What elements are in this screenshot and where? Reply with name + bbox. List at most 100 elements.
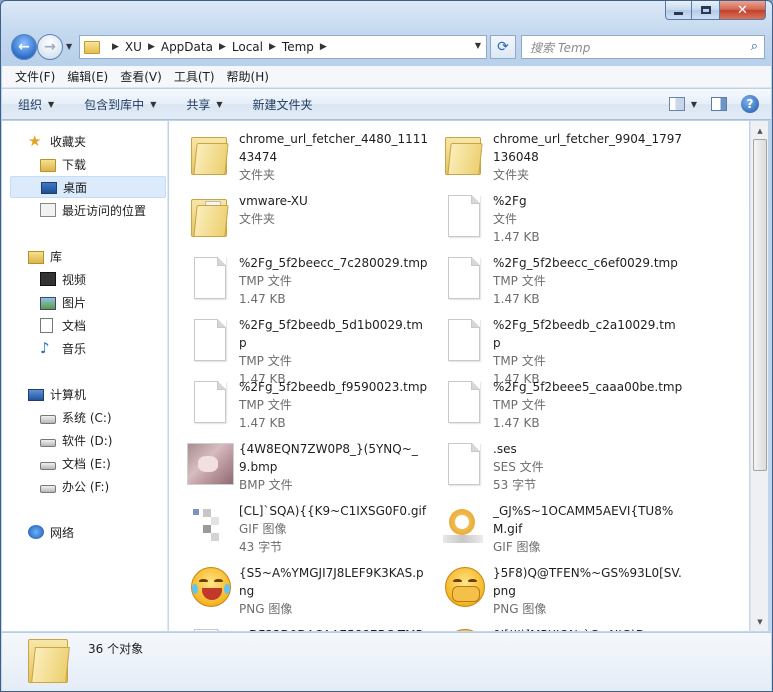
change-view-icon[interactable] <box>668 97 685 111</box>
breadcrumb-temp[interactable]: Temp <box>282 40 314 54</box>
file-list: chrome_url_fetcher_4480_111143474 文件夹 chro… <box>169 121 749 631</box>
vertical-scrollbar[interactable]: ▲ ▼ <box>750 121 768 631</box>
file-item[interactable]: _GJ%S~1OCAMM5AEVI{TU8%M.gif GIF 图像 <box>441 499 695 559</box>
file-item-text: }5F8)Q@TFEN%~GS%93L0[SV.png PNG 图像 <box>493 561 683 621</box>
breadcrumb-separator-icon[interactable]: ▶ <box>148 42 155 52</box>
recent-pages-button[interactable]: ▼ <box>66 42 72 51</box>
computer-icon <box>28 388 44 401</box>
breadcrumb-appdata[interactable]: AppData <box>161 40 213 54</box>
file-icon <box>187 377 235 425</box>
file-item[interactable]: vmware-XU 文件夹 <box>187 189 441 249</box>
file-icon <box>187 253 235 301</box>
file-type: PNG 图像 <box>239 602 293 616</box>
file-name: chrome_url_fetcher_4480_111143474 <box>239 132 429 164</box>
nav-drive-f[interactable]: 办公 (F:) <box>10 475 166 497</box>
nav-favorites[interactable]: ★ 收藏夹 <box>10 130 166 152</box>
refresh-button[interactable]: ⟳ <box>490 35 516 59</box>
file-name: [CL]`SQA){{K9~C1IXSG0F0.gif <box>239 504 427 518</box>
scroll-up-icon[interactable]: ▲ <box>752 122 768 139</box>
nav-drive-d[interactable]: 软件 (D:) <box>10 429 166 451</box>
include-in-library-button[interactable]: 包含到库中 ▼ <box>84 96 156 113</box>
file-item[interactable]: %2Fg_5f2beedb_f9590023.tmp TMP 文件 1.47 KB <box>187 375 441 435</box>
file-item[interactable]: %2Fg_5f2beedb_5d1b0029.tmp TMP 文件 1.47 KB <box>187 313 441 386</box>
file-item[interactable]: %2Fg 文件 1.47 KB <box>441 189 695 249</box>
file-item[interactable]: %2Fg_5f2beee5_caaa00be.tmp TMP 文件 1.47 KB <box>441 375 695 435</box>
share-label: 共享 <box>186 97 211 112</box>
breadcrumb-separator-icon[interactable]: ▶ <box>112 42 119 52</box>
new-folder-label: 新建文件夹 <box>252 97 313 112</box>
file-item[interactable]: 0I[!JI)]MPXION_`G~NIG)D.png <box>441 623 695 631</box>
breadcrumb-separator-icon[interactable]: ▶ <box>269 42 276 52</box>
menu-tools[interactable]: 工具(T) <box>168 68 221 85</box>
nav-libraries-label: 库 <box>50 249 63 264</box>
file-item-text: {4W8EQN7ZW0P8_}(5YNQ~_9.bmp BMP 文件 <box>239 437 429 497</box>
recent-places-icon <box>40 203 56 217</box>
nav-computer[interactable]: 计算机 <box>10 383 166 405</box>
minimize-button[interactable] <box>665 1 692 20</box>
file-item[interactable]: ~DF33D9DACAA75887BC.TMP <box>187 623 441 631</box>
nav-pictures[interactable]: 图片 <box>10 291 166 313</box>
scrollbar-thumb[interactable] <box>753 139 767 471</box>
menu-help[interactable]: 帮助(H) <box>221 68 275 85</box>
file-item[interactable]: chrome_url_fetcher_9904_1797136048 文件夹 <box>441 127 695 187</box>
nav-videos[interactable]: 视频 <box>10 268 166 290</box>
scroll-down-icon[interactable]: ▼ <box>752 613 768 630</box>
file-item[interactable]: [CL]`SQA){{K9~C1IXSG0F0.gif GIF 图像 43 字节 <box>187 499 441 559</box>
new-folder-button[interactable]: 新建文件夹 <box>253 96 313 113</box>
nav-downloads[interactable]: 下载 <box>10 153 166 175</box>
file-item[interactable]: {S5~A%YMGJI7J8LEF9K3KAS.png PNG 图像 <box>187 561 441 621</box>
drive-icon <box>40 484 56 493</box>
menu-view[interactable]: 查看(V) <box>114 68 168 85</box>
nav-libraries[interactable]: 库 <box>10 245 166 267</box>
breadcrumb-local[interactable]: Local <box>232 40 263 54</box>
chevron-down-icon: ▼ <box>48 99 55 109</box>
breadcrumb-separator-icon[interactable]: ▶ <box>320 42 327 52</box>
organize-button[interactable]: 组织 ▼ <box>18 96 54 113</box>
search-input[interactable]: 搜索 Temp ⌕ <box>521 35 765 59</box>
back-button[interactable]: ← <box>11 34 37 60</box>
address-bar[interactable]: ▶ XU ▶ AppData ▶ Local ▶ Temp ▶ ▼ <box>79 35 487 59</box>
maximize-button[interactable] <box>692 1 720 20</box>
file-item[interactable]: }5F8)Q@TFEN%~GS%93L0[SV.png PNG 图像 <box>441 561 695 621</box>
search-icon[interactable]: ⌕ <box>751 39 758 54</box>
help-icon[interactable]: ? <box>741 95 759 113</box>
view-options-dropdown-icon[interactable]: ▼ <box>691 100 697 109</box>
breadcrumb-separator-icon[interactable]: ▶ <box>219 42 226 52</box>
nav-music[interactable]: ♪ 音乐 <box>10 337 166 359</box>
folder-icon <box>84 40 100 54</box>
file-name: %2Fg_5f2beecc_7c280029.tmp <box>239 256 428 270</box>
menu-edit[interactable]: 编辑(E) <box>61 68 114 85</box>
file-name: %2Fg_5f2beee5_caaa00be.tmp <box>493 380 683 394</box>
file-name: %2Fg_5f2beedb_c2a10029.tmp <box>493 318 676 350</box>
view-controls: ▼ ? <box>668 95 759 113</box>
desktop-icon <box>41 182 57 194</box>
nav-drive-c[interactable]: 系统 (C:) <box>10 406 166 428</box>
file-item[interactable]: %2Fg_5f2beedb_c2a10029.tmp TMP 文件 1.47 KB <box>441 313 695 386</box>
menu-file[interactable]: 文件(F) <box>9 68 61 85</box>
file-item[interactable]: .ses SES 文件 53 字节 <box>441 437 695 497</box>
share-button[interactable]: 共享 ▼ <box>186 96 222 113</box>
chevron-down-icon: ▼ <box>150 99 157 109</box>
file-item[interactable]: {4W8EQN7ZW0P8_}(5YNQ~_9.bmp BMP 文件 <box>187 437 441 497</box>
nav-desktop[interactable]: 桌面 <box>10 176 166 198</box>
file-name: {4W8EQN7ZW0P8_}(5YNQ~_9.bmp <box>239 442 418 474</box>
file-item[interactable]: chrome_url_fetcher_4480_111143474 文件夹 <box>187 127 441 187</box>
forward-button[interactable]: → <box>37 34 63 60</box>
file-type: 文件夹 <box>239 212 276 226</box>
file-icon <box>441 315 489 363</box>
breadcrumb-xu[interactable]: XU <box>125 40 142 54</box>
preview-pane-icon[interactable] <box>711 97 727 111</box>
nav-documents[interactable]: 文档 <box>10 314 166 336</box>
file-item-text: 0I[!JI)]MPXION_`G~NIG)D.png <box>493 623 683 631</box>
address-dropdown-icon[interactable]: ▼ <box>475 41 481 50</box>
nav-network[interactable]: 网络 <box>10 521 166 543</box>
file-type: TMP 文件 <box>493 274 546 288</box>
file-item-text: chrome_url_fetcher_9904_1797136048 文件夹 <box>493 127 683 187</box>
nav-drive-e[interactable]: 文档 (E:) <box>10 452 166 474</box>
file-item[interactable]: %2Fg_5f2beecc_c6ef0029.tmp TMP 文件 1.47 KB <box>441 251 695 311</box>
file-item[interactable]: %2Fg_5f2beecc_7c280029.tmp TMP 文件 1.47 KB <box>187 251 441 311</box>
maximize-icon <box>700 6 711 14</box>
nav-drive-e-label: 文档 (E:) <box>62 456 111 471</box>
nav-recent-places[interactable]: 最近访问的位置 <box>10 199 166 221</box>
close-button[interactable]: ✕ <box>720 1 766 20</box>
